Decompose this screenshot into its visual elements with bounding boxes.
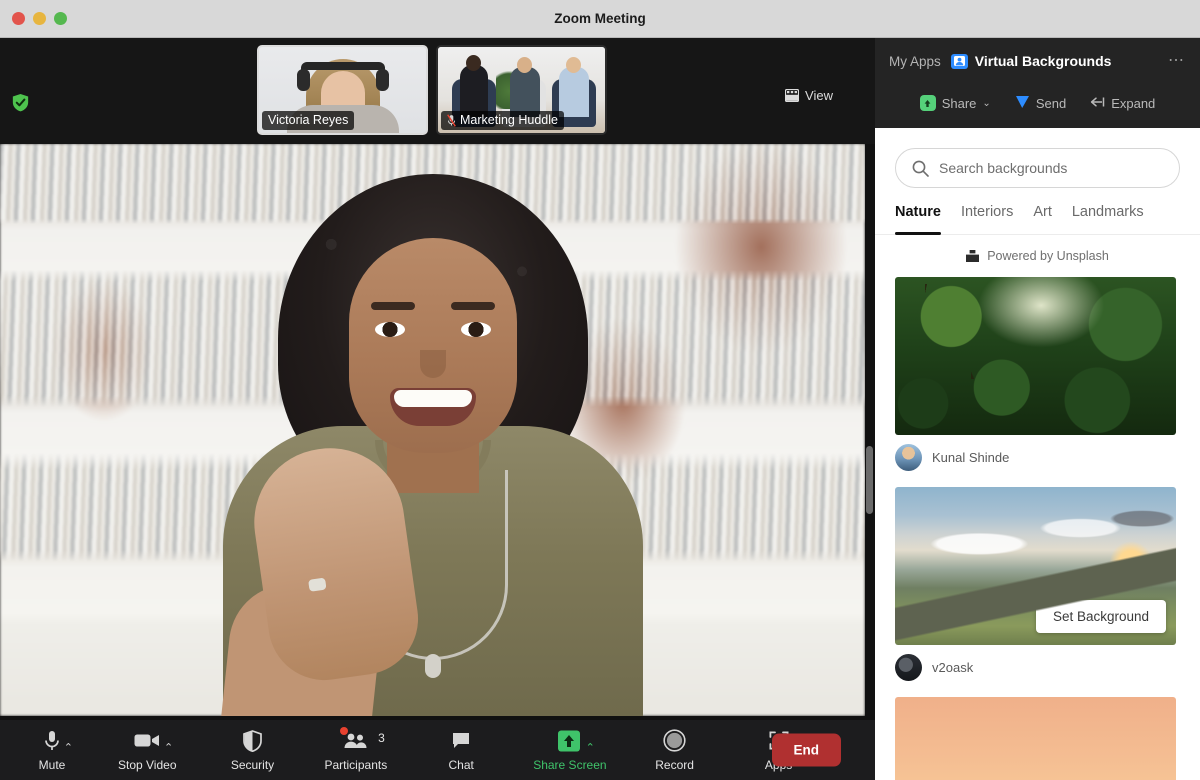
background-card-2: Set Background v2oask (895, 487, 1180, 681)
panel-header: My Apps Virtual Backgrounds ⋯ Share ⌄ Se… (875, 38, 1200, 128)
share-screen-button[interactable]: ⌃ Share Screen (533, 722, 607, 778)
tab-landmarks[interactable]: Landmarks (1072, 204, 1144, 234)
stop-video-button[interactable]: ⌃ Stop Video (118, 722, 177, 778)
participants-notification-dot (339, 726, 348, 735)
chat-bubble-icon (451, 729, 471, 753)
meeting-area: Victoria Reyes Marketing Huddle View ⌃ M… (0, 38, 875, 780)
share-screen-icon: ⌃ (557, 729, 595, 753)
virtual-backgrounds-panel: My Apps Virtual Backgrounds ⋯ Share ⌄ Se… (875, 38, 1200, 780)
background-author-1: Kunal Shinde (895, 444, 1180, 471)
record-label: Record (655, 757, 694, 772)
view-button[interactable]: View (785, 88, 833, 103)
end-meeting-button[interactable]: End (771, 733, 841, 767)
share-app-label: Share (941, 95, 977, 111)
shield-check-icon[interactable] (12, 93, 29, 112)
unsplash-attribution: Powered by Unsplash (875, 235, 1200, 277)
video-camera-icon: ⌃ (134, 729, 173, 753)
maximize-window-button[interactable] (54, 12, 67, 25)
panel-body: Nature Interiors Art Landmarks Powered b… (875, 128, 1200, 780)
meeting-toolbar: ⌃ Mute ⌃ Stop Video Security 3 Participa… (0, 720, 875, 780)
security-label: Security (230, 757, 275, 772)
chat-label: Chat (448, 757, 474, 772)
stop-video-label: Stop Video (118, 757, 177, 772)
participant-thumbnails: Victoria Reyes Marketing Huddle (257, 45, 607, 135)
unsplash-attribution-text: Powered by Unsplash (987, 249, 1109, 263)
grid-view-icon (785, 89, 800, 102)
expand-left-icon (1090, 96, 1105, 111)
share-options-caret-icon[interactable]: ⌃ (586, 742, 595, 754)
expand-app-button[interactable]: Expand (1090, 96, 1155, 111)
background-card-3 (895, 697, 1180, 780)
chat-button[interactable]: Chat (433, 722, 489, 778)
panel-header-actions: Share ⌄ Send Expand (875, 84, 1200, 122)
shield-icon (243, 729, 262, 753)
tab-art[interactable]: Art (1033, 204, 1052, 234)
mute-label: Mute (38, 757, 66, 772)
mute-options-caret-icon[interactable]: ⌃ (64, 742, 73, 754)
zoom-meeting-window: Zoom Meeting Victoria Reyes Marketing Hu… (0, 0, 1200, 780)
panel-header-top-row: My Apps Virtual Backgrounds ⋯ (875, 38, 1200, 84)
panel-app-title-text: Virtual Backgrounds (974, 53, 1112, 69)
search-backgrounds-input[interactable] (939, 160, 1163, 176)
stage-scrollbar[interactable] (866, 446, 873, 514)
share-chevron-down-icon: ⌄ (982, 97, 991, 109)
participants-button[interactable]: 3 Participants (324, 722, 388, 778)
speaker-figure (198, 156, 668, 716)
background-card-1: Kunal Shinde (895, 277, 1180, 471)
send-plane-icon (1015, 95, 1030, 112)
my-apps-link[interactable]: My Apps (889, 54, 941, 69)
thumbnail-name-badge-1: Victoria Reyes (262, 111, 355, 130)
background-author-name-1: Kunal Shinde (932, 450, 1010, 465)
expand-app-label: Expand (1111, 95, 1156, 111)
unsplash-icon (966, 250, 980, 262)
thumbnail-name-1: Victoria Reyes (268, 113, 349, 127)
microphone-icon: ⌃ (44, 729, 73, 753)
window-titlebar: Zoom Meeting (0, 0, 1200, 38)
participants-label: Participants (324, 757, 388, 772)
microphone-muted-icon (447, 113, 456, 127)
thumbnail-strip: Victoria Reyes Marketing Huddle View (0, 38, 875, 144)
thumbnail-participant-2[interactable]: Marketing Huddle (436, 45, 607, 135)
participants-count: 3 (378, 730, 385, 745)
virtual-background-icon (950, 53, 968, 69)
record-icon (663, 729, 686, 753)
thumbnail-name-2: Marketing Huddle (460, 113, 558, 127)
background-thumbnail-1[interactable] (895, 277, 1176, 435)
thumbnail-participant-1[interactable]: Victoria Reyes (257, 45, 428, 135)
share-up-icon (919, 95, 936, 111)
background-thumbnail-3[interactable] (895, 697, 1176, 780)
traffic-light-controls (12, 12, 67, 25)
avatar (895, 654, 922, 681)
people-icon: 3 (339, 726, 385, 753)
category-tabs: Nature Interiors Art Landmarks (875, 188, 1200, 235)
tab-nature[interactable]: Nature (895, 204, 941, 235)
record-button[interactable]: Record (647, 722, 703, 778)
mute-button[interactable]: ⌃ Mute (24, 722, 80, 778)
video-options-caret-icon[interactable]: ⌃ (164, 742, 173, 754)
thumbnail-name-badge-2: Marketing Huddle (441, 111, 564, 130)
search-backgrounds-container[interactable] (895, 148, 1180, 188)
send-app-button[interactable]: Send (1015, 95, 1066, 112)
main-speaker-stage[interactable] (0, 144, 875, 758)
search-icon (912, 160, 929, 177)
share-app-button[interactable]: Share ⌄ (919, 95, 991, 111)
view-button-label: View (805, 88, 833, 103)
background-gallery: Kunal Shinde Set Background v2oask (875, 277, 1200, 780)
close-window-button[interactable] (12, 12, 25, 25)
background-author-name-2: v2oask (932, 660, 974, 675)
background-thumbnail-2[interactable]: Set Background (895, 487, 1176, 645)
set-background-button[interactable]: Set Background (1035, 600, 1166, 633)
window-title: Zoom Meeting (554, 11, 646, 26)
share-screen-label: Share Screen (533, 757, 607, 772)
tab-interiors[interactable]: Interiors (961, 204, 1013, 234)
main-speaker-video (0, 144, 865, 716)
avatar (895, 444, 922, 471)
panel-app-title: Virtual Backgrounds (950, 53, 1112, 69)
panel-more-options-icon[interactable]: ⋯ (1168, 53, 1186, 69)
send-app-label: Send (1035, 95, 1067, 111)
minimize-window-button[interactable] (33, 12, 46, 25)
background-author-2: v2oask (895, 654, 1180, 681)
security-button[interactable]: Security (225, 722, 281, 778)
